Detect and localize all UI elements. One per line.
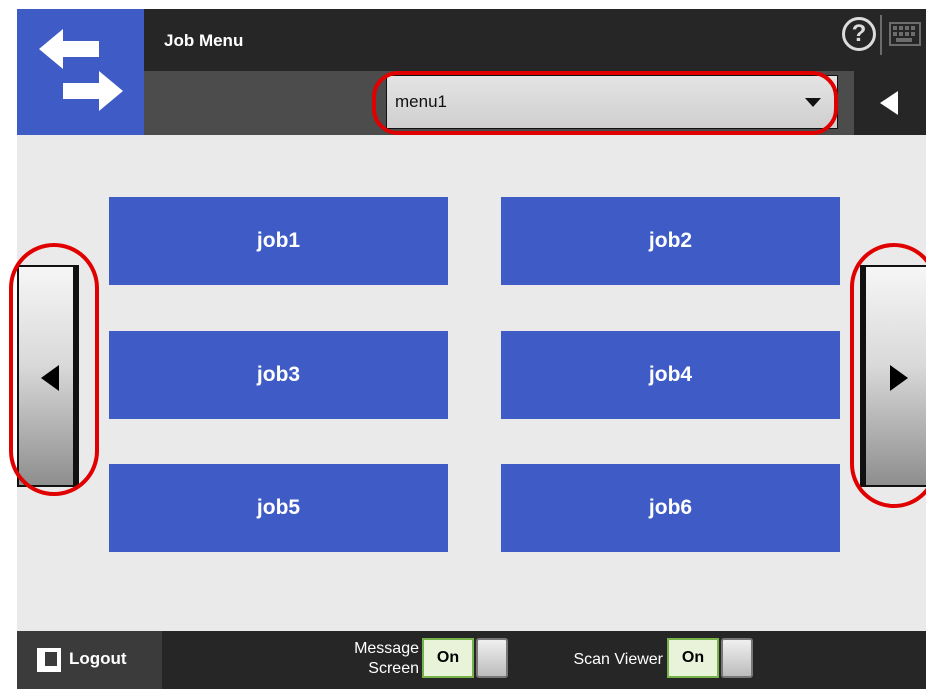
- message-screen-toggle-state: On: [422, 638, 474, 678]
- job-button-2[interactable]: job2: [501, 197, 840, 285]
- next-page-button[interactable]: [860, 265, 926, 487]
- message-screen-label: Message Screen: [335, 639, 419, 679]
- job-button-6[interactable]: job6: [501, 464, 840, 552]
- scan-viewer-label: Scan Viewer: [573, 651, 663, 668]
- message-screen-label-line2: Screen: [368, 660, 419, 677]
- scan-viewer-toggle-state: On: [667, 638, 719, 678]
- keyboard-glyph: [889, 22, 921, 46]
- logout-icon: [37, 648, 61, 672]
- title-bar: Job Menu ?: [144, 9, 926, 71]
- keyboard-icon[interactable]: [880, 15, 926, 55]
- bottom-bar: Logout Message Screen On Scan Viewer On: [17, 631, 926, 689]
- page-title: Job Menu: [164, 31, 244, 50]
- job-menu-screen: Job Menu ? menu1 job1 job2 job3 job4 job…: [17, 9, 926, 689]
- app-logo: [17, 9, 144, 135]
- logout-button[interactable]: Logout: [17, 631, 162, 689]
- menu-select-value: menu1: [395, 92, 447, 111]
- menu-select[interactable]: menu1: [386, 75, 838, 129]
- job-button-1[interactable]: job1: [109, 197, 448, 285]
- triangle-left-icon: [41, 365, 59, 391]
- triangle-right-icon: [890, 365, 908, 391]
- previous-page-button[interactable]: [17, 265, 79, 487]
- job-button-4[interactable]: job4: [501, 331, 840, 419]
- back-button[interactable]: [854, 71, 926, 135]
- job-button-3[interactable]: job3: [109, 331, 448, 419]
- menu-bar: menu1: [144, 71, 926, 135]
- message-screen-label-line1: Message: [354, 640, 419, 657]
- toggle-knob: [721, 638, 753, 678]
- logout-label: Logout: [69, 649, 127, 668]
- job-button-5[interactable]: job5: [109, 464, 448, 552]
- toggle-knob: [476, 638, 508, 678]
- help-icon[interactable]: ?: [842, 17, 876, 51]
- message-screen-toggle[interactable]: On: [422, 638, 508, 678]
- triangle-left-icon: [880, 91, 898, 115]
- switch-arrows-icon: [39, 29, 123, 111]
- scan-viewer-toggle[interactable]: On: [667, 638, 753, 678]
- caret-down-icon: [805, 98, 821, 107]
